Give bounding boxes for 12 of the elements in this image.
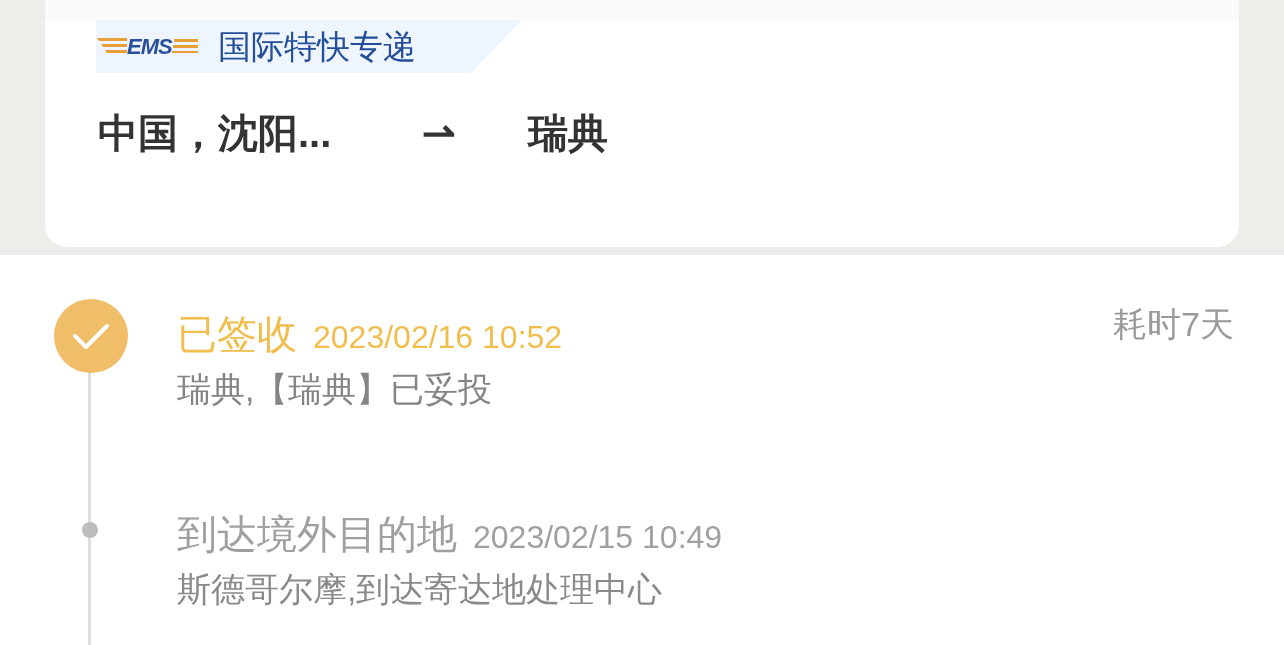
logo-text: EMS [127,35,172,58]
event-detail: 斯德哥尔摩,到达寄达地处理中心 [177,572,664,606]
route-arrow: ⇀ [422,113,457,153]
status-title: 已签收 [177,314,297,354]
destination-place: 瑞典 [528,113,608,153]
origin-place: 中国，沈阳... [98,113,333,153]
event-time: 2023/02/15 10:49 [473,521,723,553]
event-time: 2023/02/16 10:52 [313,321,563,353]
event-detail: 瑞典,【瑞典】已妥投 [177,372,494,406]
status-title: 到达境外目的地 [177,514,457,554]
duration-text: 耗时7天 [1113,307,1234,341]
service-name: 国际特快专递 [217,30,416,63]
